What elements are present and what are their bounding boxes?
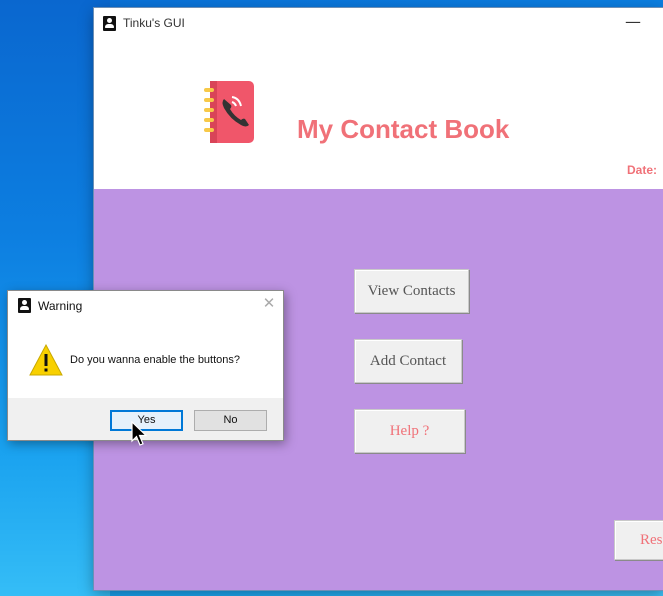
reset-button[interactable]: Res — [614, 520, 663, 560]
contact-book-icon — [103, 16, 116, 31]
title-bar: Tinku's GUI — — [94, 8, 663, 39]
help-button[interactable]: Help ? — [354, 409, 465, 453]
header-area: My Contact Book Date: — [94, 39, 663, 189]
date-label: Date: — [627, 163, 658, 177]
mouse-cursor-icon — [131, 421, 148, 446]
window-title: Tinku's GUI — [123, 16, 185, 30]
dialog-title: Warning — [38, 299, 83, 313]
warning-dialog: Warning ✕ Do you wanna enable the button… — [7, 290, 284, 441]
no-button[interactable]: No — [194, 410, 267, 431]
view-contacts-button[interactable]: View Contacts — [354, 269, 469, 313]
page-title: My Contact Book — [297, 114, 510, 144]
add-contact-button[interactable]: Add Contact — [354, 339, 462, 383]
phone-book-icon — [204, 81, 254, 143]
warning-icon — [29, 344, 63, 376]
close-icon[interactable]: ✕ — [260, 294, 278, 312]
minimize-button[interactable]: — — [619, 11, 647, 37]
contact-book-icon — [18, 298, 31, 313]
dialog-message: Do you wanna enable the buttons? — [70, 354, 241, 366]
